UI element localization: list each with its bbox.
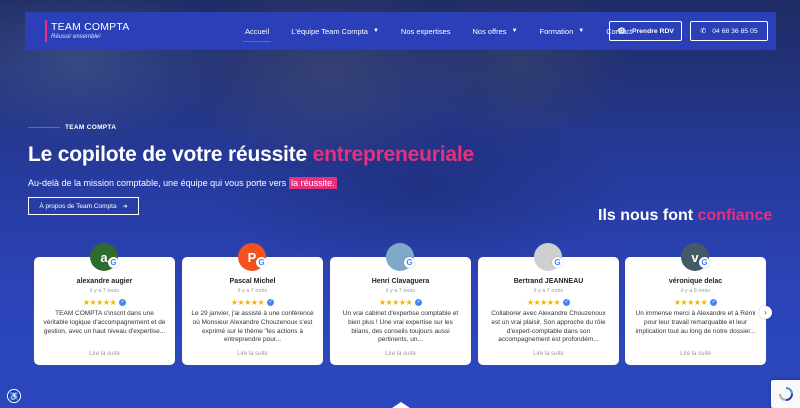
eye-icon: 👁 (617, 28, 626, 35)
hero-tag: TEAM COMPTA (28, 124, 116, 131)
rating-stars: ★★★★★ ✓ (673, 298, 718, 307)
review-text: Collaborer avec Alexandre Chouzenoux est… (491, 310, 606, 344)
review-card: Bertrand JEANNEAU il y a 7 mois ★★★★★ ✓ Coll… (478, 257, 619, 365)
caret-down-icon: ▼ (578, 28, 585, 34)
rating-stars: ★★★★★ ✓ (230, 298, 275, 307)
caret-down-icon: ▼ (372, 28, 379, 34)
review-date: il y a 7 mois (89, 288, 120, 294)
nav-formation[interactable]: Formation ▼ (540, 27, 585, 36)
reviewer-name: Pascal Michel (229, 278, 276, 285)
hero-headline: Le copilote de votre réussite entreprene… (28, 143, 475, 166)
nav-accueil[interactable]: Accueil (242, 27, 272, 42)
nav-equipe[interactable]: L'équipe Team Compta ▼ (291, 27, 379, 36)
logo-title: TEAM COMPTA (51, 20, 130, 33)
google-icon: G (256, 257, 267, 268)
main-nav: Accueil L'équipe Team Compta ▼ Nos expert… (242, 12, 654, 50)
site-header: TEAM COMPTA Réussir ensemble! Accueil L'… (25, 12, 776, 50)
review-card: Pascal Michel il y a 7 mois ★★★★★ ✓ Le 29 ja… (182, 257, 323, 365)
about-button[interactable]: À propos de Team Compta ➜ (28, 197, 139, 215)
accessibility-icon[interactable]: ♿ (7, 389, 21, 403)
trust-heading: Ils nous font confiance (598, 207, 773, 224)
subline-highlight: la réussite. (289, 177, 337, 189)
verified-icon: ✓ (415, 299, 423, 306)
review-card: alexandre augier il y a 7 mois ★★★★★ ✓ TEAM … (34, 257, 175, 365)
verified-icon: ✓ (710, 299, 718, 306)
review-card: véronique delac il y a 8 mois ★★★★★ ✓ Un imm… (625, 257, 766, 365)
reviewer-name: alexandre augier (76, 278, 133, 285)
chevron-right-icon[interactable]: › (759, 306, 772, 319)
read-more-link[interactable]: Lire la suite (34, 351, 175, 357)
review-date: il y a 7 mois (237, 288, 268, 294)
review-text: Un immense merci à Alexandre et à Rémi p… (635, 310, 756, 335)
headline-highlight: entrepreneuriale (312, 143, 475, 166)
rating-stars: ★★★★★ ✓ (82, 298, 127, 307)
section-divider (392, 402, 410, 408)
tag-line (28, 127, 60, 128)
nav-offres[interactable]: Nos offres ▼ (473, 27, 518, 36)
read-more-link[interactable]: Lire la suite (330, 351, 471, 357)
reviewer-name: véronique delac (668, 278, 723, 285)
review-text: Le 29 janvier, j'ai assisté à une confér… (191, 310, 314, 344)
phone-button[interactable]: ✆ 04 68 36 85 05 (690, 21, 768, 41)
review-date: il y a 8 mois (680, 288, 711, 294)
review-text: Un vrai cabinet d'expertise comptable et… (342, 310, 459, 344)
review-date: il y a 7 mois (533, 288, 564, 294)
caret-down-icon: ▼ (511, 28, 518, 34)
read-more-link[interactable]: Lire la suite (478, 351, 619, 357)
hero-subline: Au-delà de la mission comptable, une équ… (28, 177, 337, 189)
verified-icon: ✓ (119, 299, 127, 306)
verified-icon: ✓ (563, 299, 571, 306)
rating-stars: ★★★★★ ✓ (526, 298, 571, 307)
arrow-right-icon: ➜ (122, 203, 128, 210)
reviewer-name: Henri Clavaguera (371, 278, 430, 285)
prendre-rdv-button[interactable]: 👁 Prendre RDV (609, 21, 682, 41)
verified-icon: ✓ (267, 299, 275, 306)
logo[interactable]: TEAM COMPTA Réussir ensemble! (45, 20, 129, 42)
read-more-link[interactable]: Lire la suite (182, 351, 323, 357)
review-date: il y a 7 mois (385, 288, 416, 294)
google-icon: G (699, 257, 710, 268)
google-icon: G (404, 257, 415, 268)
logo-accent-bar (45, 20, 47, 42)
rating-stars: ★★★★★ ✓ (378, 298, 423, 307)
phone-icon: ✆ (700, 28, 707, 35)
reviewer-name: Bertrand JEANNEAU (513, 278, 584, 285)
logo-subtitle: Réussir ensemble! (51, 33, 101, 40)
review-card: Henri Clavaguera il y a 7 mois ★★★★★ ✓ Un vr… (330, 257, 471, 365)
google-icon: G (552, 257, 563, 268)
recaptcha-icon[interactable] (771, 380, 800, 408)
review-text: TEAM COMPTA s'inscrit dans une véritable… (43, 310, 166, 335)
google-icon: G (108, 257, 119, 268)
read-more-link[interactable]: Lire la suite (625, 351, 766, 357)
nav-expertises[interactable]: Nos expertises (401, 27, 451, 36)
